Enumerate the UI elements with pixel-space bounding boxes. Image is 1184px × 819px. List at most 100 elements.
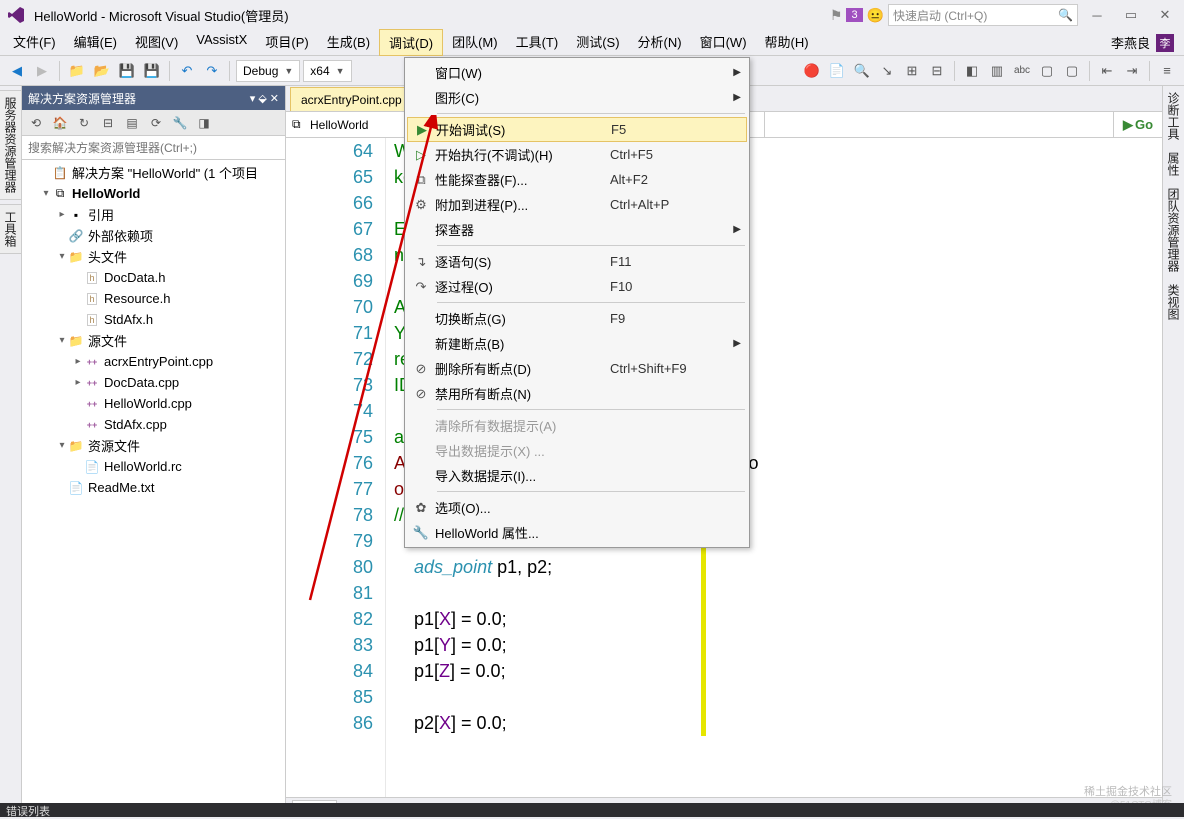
menu-团队m[interactable]: 团队(M) (443, 29, 507, 56)
tree-item[interactable]: 📋解决方案 "HelloWorld" (1 个项目 (22, 162, 285, 183)
menu-item[interactable]: 导入数据提示(I)... (407, 463, 747, 488)
tree-item[interactable]: ▾⧉HelloWorld (22, 183, 285, 204)
menu-vassistx[interactable]: VAssistX (187, 29, 256, 56)
window-minimize-button[interactable]: ─ (1082, 5, 1112, 25)
menu-item[interactable]: ↴逐语句(S)F11 (407, 249, 747, 274)
toolbar-misc-1[interactable]: 🔴 (801, 60, 823, 82)
menu-工具t[interactable]: 工具(T) (507, 29, 568, 56)
solution-search-box[interactable] (22, 136, 285, 160)
toolbar-misc-2[interactable]: 📄 (826, 60, 848, 82)
menu-item[interactable]: ↷逐过程(O)F10 (407, 274, 747, 299)
menu-item[interactable]: ✿选项(O)... (407, 495, 747, 520)
open-file-button[interactable]: 📂 (91, 60, 113, 82)
tree-item[interactable]: ▸++acrxEntryPoint.cpp (22, 351, 285, 372)
tree-item[interactable]: hDocData.h (22, 267, 285, 288)
sol-show-all-icon[interactable]: ▤ (122, 113, 142, 133)
tree-expand-icon[interactable]: ▾ (40, 188, 52, 199)
quick-launch-input[interactable]: 快速启动 (Ctrl+Q) 🔍 (888, 4, 1078, 26)
menu-item[interactable]: ⚙附加到进程(P)...Ctrl+Alt+P (407, 192, 747, 217)
toolbar-indent-increase[interactable]: ⇥ (1121, 60, 1143, 82)
tree-item[interactable]: 📄HelloWorld.rc (22, 456, 285, 477)
sol-properties-icon[interactable]: 🔧 (170, 113, 190, 133)
tree-item[interactable]: ▾📁头文件 (22, 246, 285, 267)
notification-badge[interactable]: 3 (846, 8, 862, 22)
menu-视图v[interactable]: 视图(V) (126, 29, 187, 56)
sol-collapse-icon[interactable]: ⊟ (98, 113, 118, 133)
toolbar-misc-8[interactable]: ▢ (1036, 60, 1058, 82)
toolbox-tab[interactable]: 工具箱 (0, 204, 22, 254)
panel-pin-icon[interactable]: ⬙ (258, 92, 266, 105)
sol-home-icon[interactable]: 🏠 (50, 113, 70, 133)
properties-tab[interactable]: 属性 (1163, 146, 1184, 182)
toolbar-misc-6[interactable]: ◧ (961, 60, 983, 82)
menu-item[interactable]: ▷开始执行(不调试)(H)Ctrl+F5 (407, 142, 747, 167)
menu-item[interactable]: 🔧HelloWorld 属性... (407, 520, 747, 545)
menu-测试s[interactable]: 测试(S) (567, 29, 628, 56)
project-scope-dropdown[interactable]: ⧉ HelloWorld (286, 112, 416, 137)
menu-item[interactable]: 窗口(W)▶ (407, 60, 747, 85)
feedback-icon[interactable]: 😐 (867, 7, 884, 24)
tree-item[interactable]: 📄ReadMe.txt (22, 477, 285, 498)
sol-nav-back-icon[interactable]: ⟲ (26, 113, 46, 133)
tree-item[interactable]: ++StdAfx.cpp (22, 414, 285, 435)
code-line[interactable] (394, 580, 1162, 606)
menu-文件f[interactable]: 文件(F) (4, 29, 65, 56)
code-line[interactable]: p1[Y] = 0.0; (394, 632, 1162, 658)
tree-expand-icon[interactable]: ▸ (72, 377, 84, 388)
menu-item[interactable]: ⊘删除所有断点(D)Ctrl+Shift+F9 (407, 356, 747, 381)
menu-item[interactable]: 探查器▶ (407, 217, 747, 242)
tree-item[interactable]: hStdAfx.h (22, 309, 285, 330)
sol-sync-icon[interactable]: ↻ (74, 113, 94, 133)
tree-expand-icon[interactable]: ▸ (72, 356, 84, 367)
menu-item[interactable]: 切换断点(G)F9 (407, 306, 747, 331)
save-all-button[interactable]: 💾 (141, 60, 163, 82)
toolbar-misc-3[interactable]: ↘ (876, 60, 898, 82)
tree-expand-icon[interactable]: ▾ (56, 251, 68, 262)
menu-项目p[interactable]: 项目(P) (256, 29, 317, 56)
code-line[interactable]: p1[X] = 0.0; (394, 606, 1162, 632)
go-button[interactable]: ▶Go (1114, 112, 1162, 137)
menu-item[interactable]: ⊘禁用所有断点(N) (407, 381, 747, 406)
code-line[interactable] (394, 684, 1162, 710)
menu-生成b[interactable]: 生成(B) (318, 29, 379, 56)
solution-config-dropdown[interactable]: Debug▼ (236, 60, 300, 82)
window-close-button[interactable]: ✕ (1150, 5, 1180, 25)
diagnostics-tab[interactable]: 诊断工具 (1163, 86, 1184, 146)
menu-item[interactable]: ⧉性能探查器(F)...Alt+F2 (407, 167, 747, 192)
toolbar-indent-decrease[interactable]: ⇤ (1096, 60, 1118, 82)
nav-back-button[interactable]: ◀ (6, 60, 28, 82)
tree-expand-icon[interactable]: ▸ (56, 209, 68, 220)
tree-item[interactable]: hResource.h (22, 288, 285, 309)
toolbar-misc-7[interactable]: ▥ (986, 60, 1008, 82)
tree-item[interactable]: ▾📁源文件 (22, 330, 285, 351)
new-project-button[interactable]: 📁 (66, 60, 88, 82)
nav-forward-button[interactable]: ▶ (31, 60, 53, 82)
code-line[interactable]: ads_point p1, p2; (394, 554, 1162, 580)
tree-expand-icon[interactable]: ▾ (56, 440, 68, 451)
toolbar-toggle-ws[interactable]: abc (1011, 60, 1033, 82)
panel-dropdown-icon[interactable]: ▾ (250, 92, 256, 105)
sol-refresh-icon[interactable]: ⟳ (146, 113, 166, 133)
menu-item[interactable]: 图形(C)▶ (407, 85, 747, 110)
solution-platform-dropdown[interactable]: x64▼ (303, 60, 351, 82)
menu-窗口w[interactable]: 窗口(W) (691, 29, 756, 56)
redo-button[interactable]: ↷ (201, 60, 223, 82)
solution-tree[interactable]: 📋解决方案 "HelloWorld" (1 个项目▾⧉HelloWorld▸▪引… (22, 160, 285, 817)
user-avatar[interactable]: 李 (1156, 34, 1174, 52)
signed-in-user[interactable]: 李燕良 (1111, 33, 1150, 52)
solution-search-input[interactable] (22, 136, 285, 159)
code-line[interactable]: p1[Z] = 0.0; (394, 658, 1162, 684)
toolbar-find-button[interactable]: 🔍 (851, 60, 873, 82)
undo-button[interactable]: ↶ (176, 60, 198, 82)
save-button[interactable]: 💾 (116, 60, 138, 82)
tree-item[interactable]: ++HelloWorld.cpp (22, 393, 285, 414)
function-scope-dropdown[interactable] (765, 112, 1114, 137)
menu-分析n[interactable]: 分析(N) (629, 29, 691, 56)
server-explorer-tab[interactable]: 服务器资源管理器 (0, 90, 22, 200)
window-restore-button[interactable]: ▭ (1116, 5, 1146, 25)
toolbar-misc-4[interactable]: ⊞ (901, 60, 923, 82)
tree-item[interactable]: ▾📁资源文件 (22, 435, 285, 456)
menu-编辑e[interactable]: 编辑(E) (65, 29, 126, 56)
class-view-tab[interactable]: 类视图 (1163, 278, 1184, 326)
toolbar-comment[interactable]: ≡ (1156, 60, 1178, 82)
